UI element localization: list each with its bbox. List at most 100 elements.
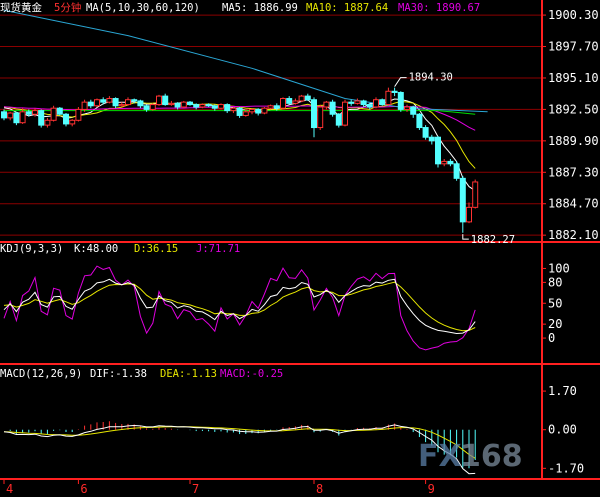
candle-body (459, 177, 466, 223)
candle-body (25, 111, 32, 115)
candle (118, 102, 125, 107)
candle (7, 111, 14, 121)
y-axis: 1900.30 1897.70 1895.10 1892.50 1889.90 1887.… (542, 8, 599, 475)
candle (466, 202, 472, 224)
ma10-value-label: MA10: 1887.64 (306, 2, 388, 14)
candle-body (7, 112, 14, 119)
time-tick-label: 9 (428, 482, 435, 496)
candle-body (32, 110, 38, 115)
candle (447, 158, 454, 167)
candle-body (13, 112, 20, 124)
ma30-value-label: MA30: 1890.67 (398, 2, 480, 14)
candle (385, 87, 392, 106)
candle (267, 104, 274, 110)
candle (50, 105, 57, 122)
candle (87, 99, 94, 109)
candle-body (137, 100, 144, 107)
candle (292, 98, 299, 105)
candle-body (472, 181, 479, 208)
candle-body (143, 105, 150, 110)
candle (416, 113, 423, 130)
macd-dif-label: DIF:-1.38 (90, 368, 147, 380)
kdj-d-label: D:36.15 (134, 243, 178, 255)
candle-body (180, 101, 187, 108)
candle-body (168, 102, 175, 106)
candle-body (416, 113, 423, 129)
candle-body (404, 106, 410, 110)
candle (342, 99, 348, 127)
kdj-y-tick-label: 0 (548, 331, 555, 345)
ma120-line (3, 9, 488, 113)
kdj-k-label: K:48.00 (74, 243, 118, 255)
candle (193, 103, 200, 110)
candle-body (348, 101, 355, 104)
candle-body (156, 95, 162, 106)
candle-body (280, 98, 286, 109)
candle (125, 97, 131, 106)
candle (236, 106, 243, 118)
candle-body (230, 107, 237, 112)
candle-body (125, 99, 131, 106)
main-y-tick-label: 1897.70 (548, 40, 599, 54)
candle (441, 158, 448, 167)
candle (69, 119, 76, 127)
candle-body (218, 104, 224, 109)
candle-body (224, 104, 231, 112)
main-y-tick-label: 1882.10 (548, 228, 599, 242)
time-tick-label: 8 (316, 482, 323, 496)
candle-body (75, 108, 82, 121)
candle (137, 99, 144, 109)
candle (230, 106, 237, 114)
candle-body (453, 163, 460, 179)
candle (335, 113, 342, 128)
candle (435, 136, 441, 168)
candle (453, 161, 460, 181)
candle-body (466, 206, 472, 223)
main-y-tick-label: 1900.30 (548, 8, 599, 22)
candle-body (441, 160, 448, 165)
candle (354, 98, 361, 105)
candle-body (373, 99, 379, 108)
ma5-value-label: MA5: 1886.99 (222, 2, 298, 14)
candle-body (44, 119, 51, 126)
candle (298, 94, 305, 103)
candle-body (317, 106, 324, 129)
candle (149, 103, 156, 111)
candle (379, 98, 386, 106)
candle-body (1, 111, 7, 119)
candle (255, 108, 262, 116)
candle (168, 100, 175, 106)
candle-body (391, 90, 398, 93)
kdj-panel (3, 265, 476, 351)
candle-body (447, 160, 454, 165)
kdj-y-tick-label: 20 (548, 317, 562, 331)
candle-body (335, 113, 342, 126)
main-y-tick-label: 1884.70 (548, 197, 599, 211)
kdj-d-line (3, 281, 476, 332)
kdj-y-tick-label: 80 (548, 275, 562, 289)
candle-body (81, 101, 88, 110)
main-panel: 1894.30 1882.27 (1, 9, 515, 246)
macd-params-label: MACD(12,26,9) (0, 368, 82, 380)
candle-body (397, 91, 404, 110)
candle-body (162, 95, 169, 106)
candle-body (236, 107, 243, 116)
macd-value-label: MACD:-0.25 (220, 368, 283, 380)
main-y-tick-label: 1892.50 (548, 102, 599, 116)
candle-body (428, 136, 435, 142)
candle-body (292, 100, 299, 104)
macd-dea-label: DEA:-1.13 (160, 368, 217, 380)
candle-body (63, 113, 69, 125)
candle-body (56, 107, 63, 115)
candle-body (385, 90, 392, 106)
candle (38, 109, 45, 128)
candle (397, 91, 404, 112)
candle-body (211, 105, 218, 109)
candle-body (38, 110, 45, 126)
candle (323, 100, 330, 110)
candle-body (255, 108, 262, 114)
candle-body (187, 101, 193, 106)
candle (156, 94, 162, 106)
candle-body (354, 100, 361, 104)
candle (249, 108, 255, 115)
